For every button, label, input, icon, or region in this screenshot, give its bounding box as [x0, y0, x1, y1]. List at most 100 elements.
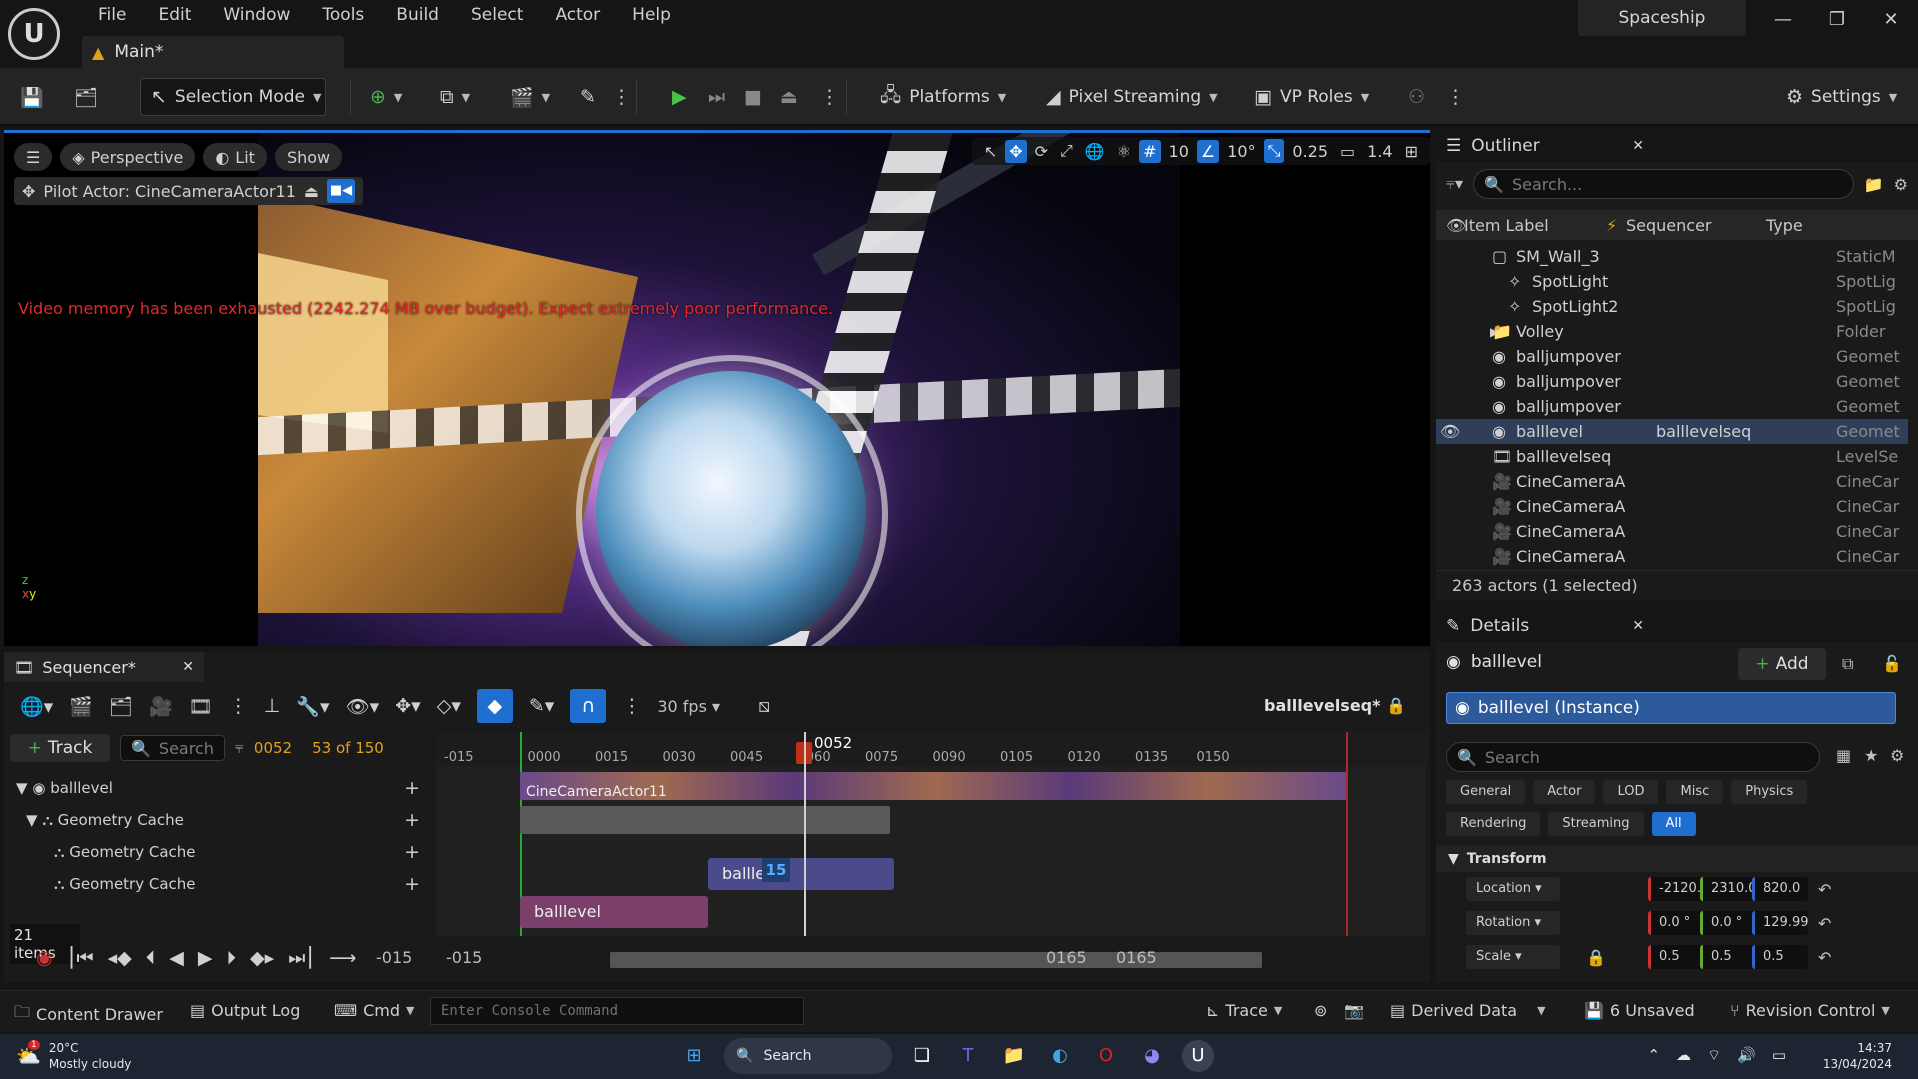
balllevel-clip-2[interactable]: balllevel	[520, 896, 708, 928]
next-key-icon[interactable]: ◆▸	[250, 947, 274, 969]
modes-button[interactable]: ✎	[580, 78, 596, 116]
filter-rendering[interactable]: Rendering	[1446, 812, 1541, 836]
surface-snap-icon[interactable]: ⚛	[1113, 140, 1135, 163]
sequence-lock-icon[interactable]: 🔒	[1386, 696, 1406, 715]
outliner-row[interactable]: ✧ SpotLight SpotLig	[1436, 269, 1908, 294]
seq-more-icon[interactable]: ⋮	[229, 695, 248, 717]
playback-end-marker[interactable]	[1346, 732, 1348, 936]
jump-end-icon[interactable]: ⏭⎮	[288, 947, 315, 969]
grid-snap-icon[interactable]: #	[1139, 139, 1161, 163]
actor-options-icon[interactable]: ✥▾	[395, 695, 420, 717]
rotation-z-input[interactable]: 129.99°	[1752, 911, 1808, 935]
add-track-button[interactable]: + Track	[10, 734, 110, 762]
scale-snap-icon[interactable]: ⤡	[1263, 139, 1285, 163]
filter-streaming[interactable]: Streaming	[1548, 812, 1644, 836]
blueprint-convert-icon[interactable]: ⧉	[1842, 654, 1853, 674]
new-folder-icon[interactable]: 📁	[1864, 175, 1884, 194]
eject-pilot-icon[interactable]: ⏏	[304, 182, 319, 201]
rotate-tool-icon[interactable]: ⟳	[1031, 140, 1052, 163]
translate-tool-icon[interactable]: ✥	[1005, 139, 1027, 163]
battery-icon[interactable]: ▭	[1772, 1046, 1786, 1065]
platforms-dropdown[interactable]: 🖧 Platforms ▼	[880, 78, 1006, 116]
menu-file[interactable]: File	[82, 4, 142, 26]
scale-z-input[interactable]: 0.5	[1752, 945, 1808, 969]
filter-general[interactable]: General	[1446, 780, 1526, 804]
menu-help[interactable]: Help	[616, 4, 687, 26]
camera-speed-icon[interactable]: ▭	[1336, 140, 1359, 163]
outliner-row[interactable]: ✧ SpotLight2 SpotLig	[1436, 294, 1908, 319]
outliner-list[interactable]: ▢ SM_Wall_3 StaticM ✧ SpotLight SpotLig ✧ SpotL…	[1436, 244, 1908, 570]
details-settings-icon[interactable]: ⚙	[1890, 746, 1904, 765]
outliner-row[interactable]: 🎥 CineCameraA CineCar	[1436, 494, 1908, 519]
track-geometry-cache-sub[interactable]: ⛬ Geometry Cache +	[10, 836, 430, 868]
filter-physics[interactable]: Physics	[1731, 780, 1808, 804]
level-viewport[interactable]: ☰ ◈ Perspective ◐ Lit Show ✥ Pilot Actor: …	[4, 130, 1430, 646]
column-type[interactable]: Type	[1766, 216, 1803, 235]
rotation-x-input[interactable]: 0.0 °	[1648, 911, 1704, 935]
view-options-icon[interactable]: 👁▾	[346, 695, 380, 718]
reset-rotation-icon[interactable]: ↶	[1818, 914, 1831, 933]
unreal-logo-icon[interactable]: U	[8, 8, 60, 60]
add-to-track-icon[interactable]: +	[404, 841, 420, 863]
wifi-icon[interactable]: ⌔	[1707, 1046, 1721, 1065]
add-to-track-icon[interactable]: +	[404, 809, 420, 831]
record-icon[interactable]: ◉	[36, 947, 53, 969]
grid-snap-value[interactable]: 10	[1165, 140, 1193, 163]
track-search-input[interactable]: 🔍 Search	[120, 735, 225, 761]
teams-icon[interactable]: T	[952, 1040, 984, 1072]
menu-window[interactable]: Window	[207, 4, 306, 26]
next-frame-icon[interactable]: ⏵	[227, 947, 237, 969]
track-balllevel[interactable]: ▼ ◉ balllevel +	[10, 772, 430, 804]
clock[interactable]: 14:37 13/04/2024	[1823, 1040, 1892, 1072]
volume-icon[interactable]: 🔊	[1737, 1046, 1756, 1065]
trace-dropdown[interactable]: ⊾ Trace ▼	[1206, 1001, 1282, 1020]
geometry-cache-section[interactable]	[520, 806, 890, 834]
track-geometry-cache-sub[interactable]: ⛬ Geometry Cache +	[10, 868, 430, 900]
cmd-dropdown[interactable]: ⌨ Cmd ▼	[334, 1001, 414, 1020]
more-options-icon[interactable]: ⋮	[612, 78, 631, 116]
filter-misc[interactable]: Misc	[1666, 780, 1724, 804]
balllevel-clip[interactable]: balllevel	[708, 858, 894, 890]
outliner-row[interactable]: 🎥 CineCameraA CineCar	[1436, 544, 1908, 569]
work-range-start[interactable]: -015	[446, 948, 482, 967]
expand-icon[interactable]: ▼	[16, 779, 28, 797]
selection-mode-dropdown[interactable]: ↖ Selection Mode ▼	[140, 78, 326, 116]
reset-scale-icon[interactable]: ↶	[1818, 948, 1831, 967]
edge-icon[interactable]: ◐	[1044, 1040, 1076, 1072]
content-browser-icon[interactable]: 🗂	[74, 78, 98, 116]
unreal-taskbar-icon[interactable]: U	[1182, 1040, 1214, 1072]
perspective-button[interactable]: ◈ Perspective	[60, 143, 196, 171]
add-component-button[interactable]: + Add	[1738, 648, 1826, 680]
scale-tool-icon[interactable]: ⤢	[1056, 139, 1077, 163]
show-button[interactable]: Show	[274, 143, 343, 171]
outliner-row[interactable]: ◉ balljumpover Geomet	[1436, 369, 1908, 394]
menu-edit[interactable]: Edit	[142, 4, 207, 26]
camera-lock-icon[interactable]: ■◀	[327, 179, 356, 203]
taskbar-search[interactable]: 🔍 Search	[724, 1038, 892, 1074]
rotation-y-input[interactable]: 0.0 °	[1700, 911, 1756, 935]
derived-data-dropdown[interactable]: ▤ Derived Data ▼	[1390, 1001, 1546, 1020]
view-range-end[interactable]: 0165	[1046, 948, 1087, 967]
multi-user-icon[interactable]: ⚇	[1408, 78, 1425, 116]
playhead[interactable]	[804, 732, 806, 936]
file-explorer-icon[interactable]: 📁	[998, 1040, 1030, 1072]
outliner-row[interactable]: ▢ SM_Wall_3 StaticM	[1436, 244, 1908, 269]
outliner-row[interactable]: ▶ 📁 Volley Folder	[1436, 319, 1908, 344]
outliner-row[interactable]: 🎥 CineCameraA CineCar	[1436, 469, 1908, 494]
restore-icon[interactable]: ❐	[1810, 0, 1864, 40]
snap-magnet-icon[interactable]: ∩	[570, 689, 607, 723]
time-ruler[interactable]: -015 0000 0015 0030 0045 0060 0075 0090 0105 0120…	[436, 732, 1426, 766]
jump-start-icon[interactable]: ⎮⏮	[67, 947, 94, 969]
revision-control-dropdown[interactable]: ⑂ Revision Control ▼	[1730, 1001, 1890, 1020]
column-sequencer[interactable]: Sequencer	[1626, 216, 1712, 235]
advance-frame-button[interactable]: ⏭	[708, 78, 725, 116]
play-icon[interactable]: ▶	[198, 947, 213, 969]
sequencer-tab[interactable]: 🎞 Sequencer* ✕	[4, 652, 204, 682]
cinematics-button[interactable]: 🎬 ▼	[510, 78, 550, 116]
location-dropdown[interactable]: Location ▾	[1466, 877, 1560, 901]
autokey-icon[interactable]: ◆	[476, 689, 513, 723]
expand-icon[interactable]: ▼	[26, 811, 38, 829]
close-details-icon[interactable]: ✕	[1632, 618, 1644, 634]
location-y-input[interactable]: 2310.0	[1700, 877, 1756, 901]
save-sequence-icon[interactable]: 🎬	[69, 695, 93, 718]
